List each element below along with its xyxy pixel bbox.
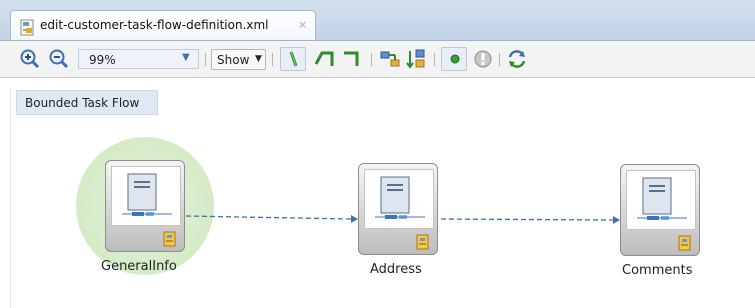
view-activity-icon	[111, 166, 181, 226]
view-activity-generalinfo[interactable]	[105, 160, 185, 252]
view-activity-address[interactable]	[358, 163, 438, 255]
view-activity-icon	[364, 169, 434, 229]
transition-address-to-comments[interactable]	[440, 216, 620, 224]
transition-generalinfo-to-address[interactable]	[185, 215, 358, 223]
page-file-icon	[678, 235, 692, 254]
page-file-icon	[416, 234, 430, 253]
activity-label-generalinfo: GeneralInfo	[101, 259, 177, 274]
activity-label-comments: Comments	[622, 263, 693, 278]
page-file-icon	[163, 231, 177, 250]
activity-label-address: Address	[370, 262, 422, 277]
view-activity-comments[interactable]	[620, 164, 700, 256]
view-activity-icon	[626, 170, 696, 230]
